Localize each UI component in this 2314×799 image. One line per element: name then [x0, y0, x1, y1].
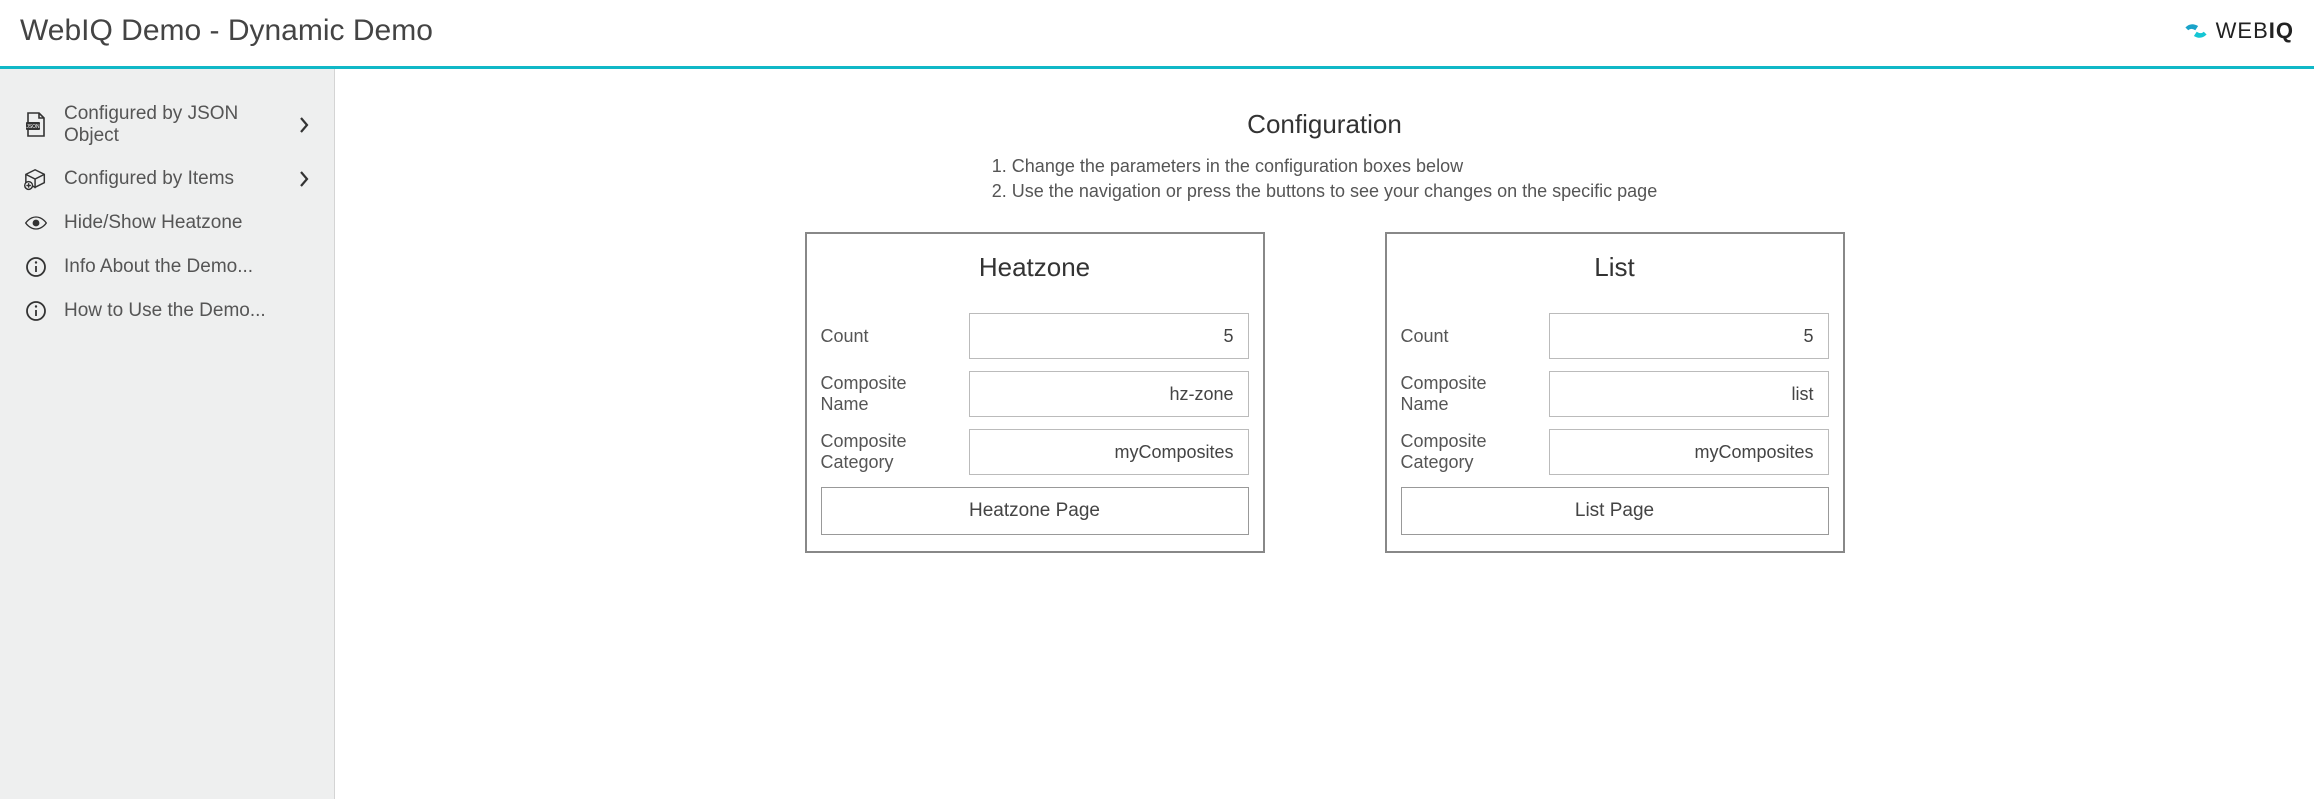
heatzone-card-title: Heatzone [807, 234, 1263, 291]
config-title: Configuration [1247, 109, 1402, 140]
chevron-right-icon [298, 170, 310, 188]
heatzone-card: Heatzone Count Composite Name Composite … [805, 232, 1265, 553]
heatzone-count-input[interactable] [969, 313, 1249, 359]
sidebar-item-label: Hide/Show Heatzone [64, 212, 243, 234]
list-count-label: Count [1401, 326, 1539, 347]
svg-text:JSON: JSON [26, 124, 40, 130]
eye-icon [24, 211, 48, 235]
header: WebIQ Demo - Dynamic Demo WEBIQ [0, 0, 2314, 69]
sidebar-item-label: Info About the Demo... [64, 256, 253, 278]
config-steps: 1. Change the parameters in the configur… [992, 154, 1657, 204]
heatzone-composite-category-label: Composite Category [821, 431, 959, 473]
heatzone-composite-category-input[interactable] [969, 429, 1249, 475]
sidebar: JSON Configured by JSON Object Configure… [0, 69, 335, 799]
list-composite-name-label: Composite Name [1401, 373, 1539, 415]
sidebar-item-how-to-use-demo[interactable]: How to Use the Demo... [12, 289, 322, 333]
list-composite-category-input[interactable] [1549, 429, 1829, 475]
config-cards: Heatzone Count Composite Name Composite … [725, 232, 1925, 553]
info-icon [24, 299, 48, 323]
box-plus-icon [24, 167, 48, 191]
info-icon [24, 255, 48, 279]
sidebar-item-label: Configured by JSON Object [64, 103, 282, 147]
list-composite-category-label: Composite Category [1401, 431, 1539, 473]
chevron-right-icon [298, 116, 310, 134]
heatzone-composite-name-input[interactable] [969, 371, 1249, 417]
list-composite-name-input[interactable] [1549, 371, 1829, 417]
sidebar-item-info-about-demo[interactable]: Info About the Demo... [12, 245, 322, 289]
sidebar-item-configured-by-json[interactable]: JSON Configured by JSON Object [12, 93, 322, 157]
brand: WEBIQ [2184, 18, 2294, 44]
list-card-title: List [1387, 234, 1843, 291]
list-page-button[interactable]: List Page [1401, 487, 1829, 535]
list-count-input[interactable] [1549, 313, 1829, 359]
main-content: Configuration 1. Change the parameters i… [335, 69, 2314, 799]
config-step-1: 1. Change the parameters in the configur… [992, 154, 1657, 179]
json-file-icon: JSON [24, 113, 48, 137]
page-title: WebIQ Demo - Dynamic Demo [20, 14, 433, 48]
heatzone-count-label: Count [821, 326, 959, 347]
sidebar-item-configured-by-items[interactable]: Configured by Items [12, 157, 322, 201]
list-card: List Count Composite Name Composite Cate… [1385, 232, 1845, 553]
heatzone-page-button[interactable]: Heatzone Page [821, 487, 1249, 535]
brand-text: WEBIQ [2216, 18, 2294, 44]
sidebar-item-label: How to Use the Demo... [64, 300, 266, 322]
sidebar-item-hide-show-heatzone[interactable]: Hide/Show Heatzone [12, 201, 322, 245]
brand-logo-icon [2184, 19, 2208, 43]
heatzone-composite-name-label: Composite Name [821, 373, 959, 415]
sidebar-item-label: Configured by Items [64, 168, 234, 190]
config-step-2: 2. Use the navigation or press the butto… [992, 179, 1657, 204]
